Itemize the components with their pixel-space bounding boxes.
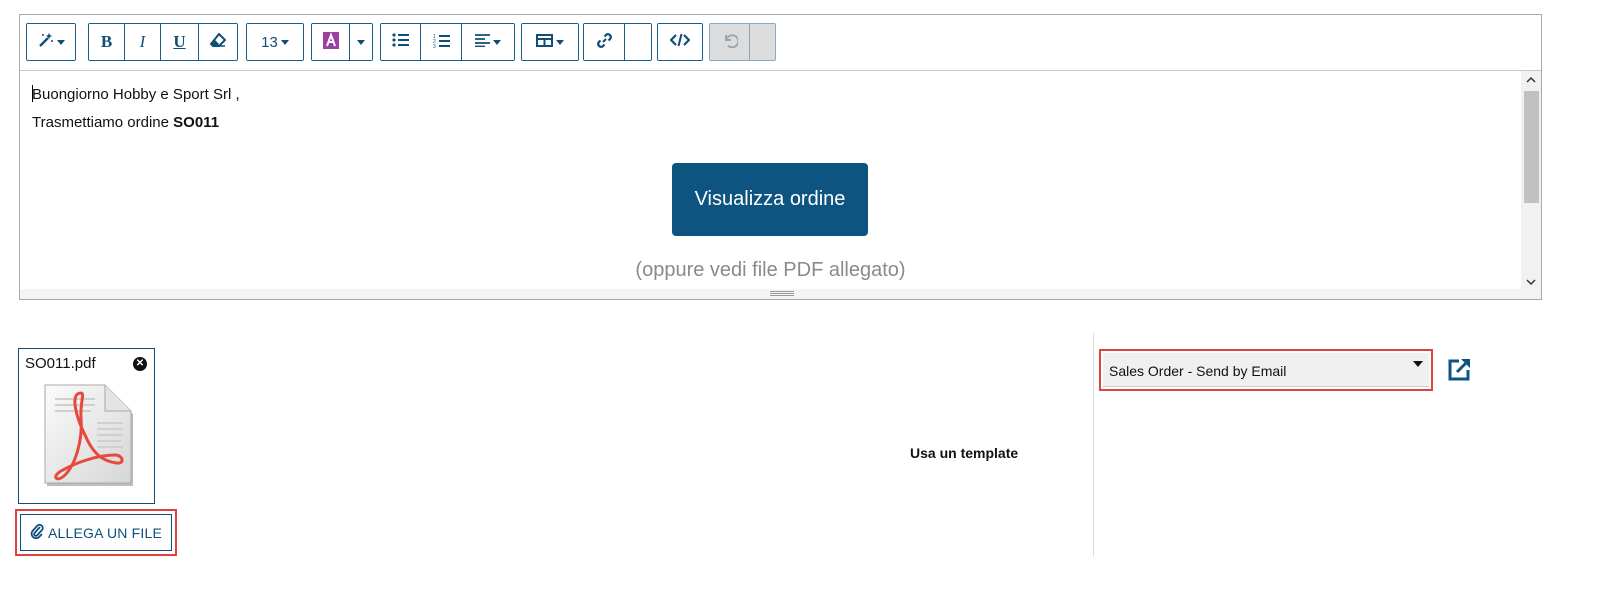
vertical-divider [1093, 333, 1094, 557]
editor-toolbar: B I U 13 1 2 3 [20, 15, 1541, 71]
undo-button[interactable] [710, 24, 750, 60]
table-icon [536, 33, 553, 51]
resize-grip-icon [770, 291, 794, 296]
style-dropdown-button[interactable] [27, 24, 75, 60]
code-view-icon [669, 33, 691, 51]
italic-icon: I [139, 32, 146, 51]
redo-button[interactable] [750, 24, 775, 60]
chevron-down-icon [493, 39, 501, 45]
order-prefix: Trasmettiamo ordine [32, 114, 169, 131]
view-group [657, 23, 703, 61]
attachment-card: SO011.pdf ✕ [18, 348, 155, 504]
align-icon [475, 33, 490, 51]
underline-icon: U [173, 32, 186, 51]
ordered-list-button[interactable]: 123 [421, 24, 462, 60]
table-group [521, 23, 579, 61]
greeting-line: Buongiorno Hobby e Sport Srl , [32, 85, 240, 103]
external-link-icon[interactable] [1445, 356, 1473, 384]
color-dropdown-button[interactable] [350, 24, 372, 60]
table-dropdown-button[interactable] [522, 24, 578, 60]
link-button[interactable] [584, 24, 625, 60]
ordered-list-icon: 123 [433, 33, 450, 52]
link-icon [596, 32, 613, 53]
template-select[interactable]: Sales Order - Send by Email [1103, 353, 1429, 387]
chevron-down-icon [56, 39, 65, 45]
attach-button-highlight: ALLEGA UN FILE [15, 509, 177, 556]
editor-content[interactable]: Buongiorno Hobby e Sport Srl , Trasmetti… [20, 71, 1521, 291]
undo-icon [722, 32, 739, 52]
magic-wand-icon [38, 32, 54, 52]
greeting-text: Buongiorno Hobby e Sport Srl , [32, 86, 240, 103]
text-color-icon [322, 31, 339, 53]
editor-resize-handle[interactable] [20, 289, 1541, 299]
paperclip-icon [30, 523, 44, 542]
font-size-value: 13 [261, 33, 278, 51]
bold-button[interactable]: B [89, 24, 125, 60]
history-group [709, 23, 776, 61]
underline-button[interactable]: U [161, 24, 199, 60]
pdf-note: (oppure vedi file PDF allegato) [635, 259, 906, 281]
template-select-value: Sales Order - Send by Email [1109, 363, 1287, 379]
insert-group [583, 23, 652, 61]
unordered-list-icon [392, 33, 409, 51]
font-size-group: 13 [246, 23, 304, 61]
attach-file-button[interactable]: ALLEGA UN FILE [20, 514, 172, 551]
align-dropdown-button[interactable] [462, 24, 514, 60]
attach-file-label: ALLEGA UN FILE [47, 524, 163, 541]
style-group [26, 23, 76, 61]
eraser-icon [209, 32, 227, 51]
scroll-up-icon[interactable] [1525, 74, 1537, 86]
svg-text:3: 3 [433, 44, 436, 48]
order-line: Trasmettiamo ordine SO011 [32, 114, 219, 131]
text-color-button[interactable] [312, 24, 350, 60]
editor-scrollbar[interactable] [1521, 71, 1541, 291]
font-size-dropdown[interactable]: 13 [247, 24, 303, 60]
chevron-down-icon [556, 39, 564, 45]
chevron-down-icon [1413, 361, 1423, 367]
unordered-list-button[interactable] [381, 24, 421, 60]
clear-format-button[interactable] [199, 24, 237, 60]
scroll-down-icon[interactable] [1525, 276, 1537, 288]
font-style-group: B I U [88, 23, 238, 61]
rich-text-editor: B I U 13 1 2 3 Buongiorno Hobby e Sport … [19, 14, 1542, 300]
attachment-file-name: SO011.pdf [25, 355, 96, 372]
order-number: SO011 [173, 114, 220, 131]
chevron-down-icon [280, 39, 289, 45]
remove-icon[interactable]: ✕ [133, 357, 147, 371]
template-label: Usa un template [910, 445, 1019, 461]
pdf-file-icon [41, 379, 135, 494]
scrollbar-thumb[interactable] [1524, 91, 1539, 203]
code-view-button[interactable] [658, 24, 702, 60]
color-group [311, 23, 373, 61]
bold-icon: B [100, 32, 113, 51]
view-order-button[interactable]: Visualizza ordine [672, 163, 868, 236]
template-select-highlight: Sales Order - Send by Email [1099, 349, 1433, 391]
paragraph-group: 123 [380, 23, 515, 61]
chevron-down-icon [357, 39, 365, 45]
insert-extra-button[interactable] [625, 24, 651, 60]
italic-button[interactable]: I [125, 24, 161, 60]
